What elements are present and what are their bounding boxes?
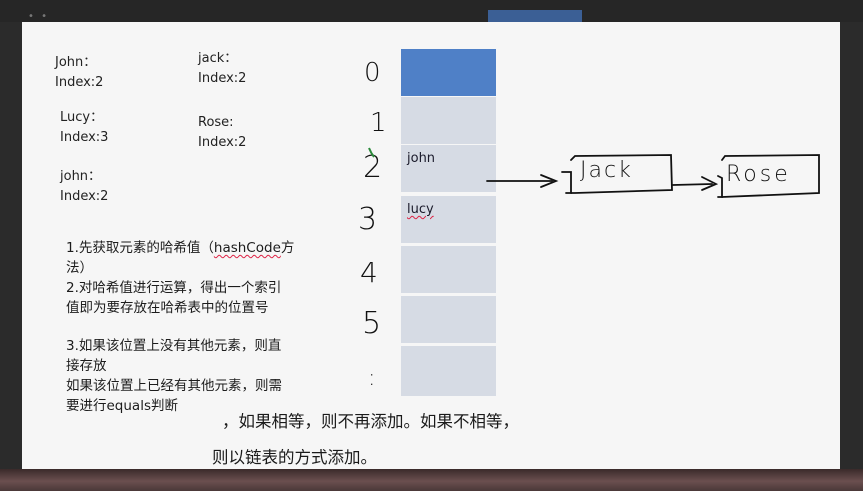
handwriting-ink <box>368 147 820 198</box>
jack-box <box>570 154 673 194</box>
linked-list-arrows <box>486 154 820 198</box>
rose-box <box>721 154 820 198</box>
bottom-band <box>0 469 863 491</box>
jack-box-left <box>561 171 572 194</box>
arrow-line <box>672 183 713 186</box>
green-tick <box>368 147 375 158</box>
rose-box-left <box>717 175 723 198</box>
